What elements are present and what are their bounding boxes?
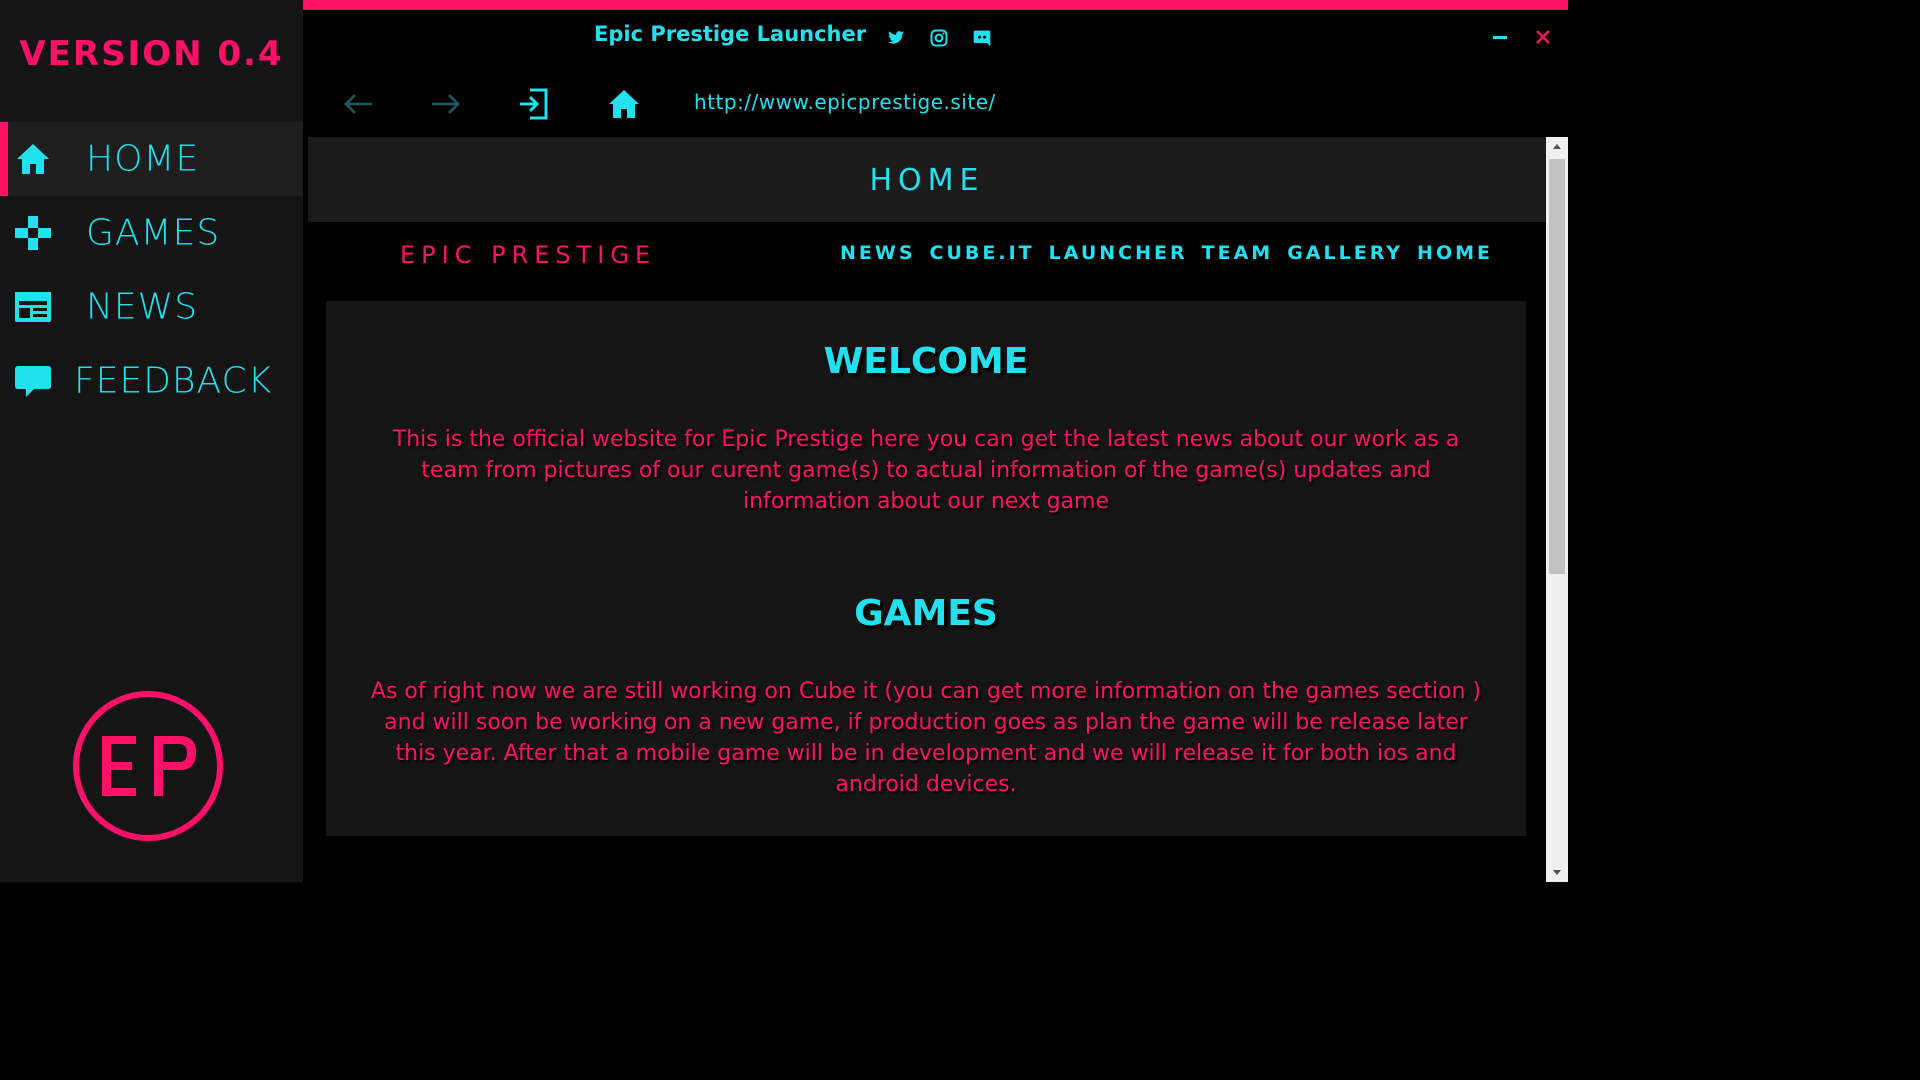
gamepad-icon	[15, 216, 51, 250]
scroll-down-icon[interactable]	[1546, 862, 1568, 882]
twitter-icon[interactable]	[886, 28, 906, 48]
scroll-thumb[interactable]	[1549, 159, 1565, 574]
home-icon[interactable]	[606, 86, 642, 122]
sidebar-item-games[interactable]: GAMES	[0, 196, 303, 270]
sidebar: VERSION 0.4 HOME GAMES NEWS FEEDBACK	[0, 0, 303, 882]
sidebar-item-label: GAMES	[86, 212, 221, 254]
site-menu: NEWS CUBE.IT LAUNCHER TEAM GALLERY HOME	[840, 242, 1493, 264]
sidebar-item-label: HOME	[86, 138, 200, 180]
menu-item-cube-it[interactable]: CUBE.IT	[930, 242, 1035, 264]
menu-item-team[interactable]: TEAM	[1202, 242, 1274, 264]
scrollbar[interactable]	[1546, 137, 1568, 882]
login-icon[interactable]	[516, 86, 552, 122]
minimize-button[interactable]	[1489, 26, 1511, 48]
sidebar-item-home[interactable]: HOME	[0, 122, 303, 196]
url-bar[interactable]: http://www.epicprestige.site/	[694, 90, 996, 114]
home-icon	[17, 144, 49, 174]
scroll-up-icon[interactable]	[1546, 137, 1568, 157]
sidebar-item-feedback[interactable]: FEEDBACK	[0, 344, 303, 418]
games-text: As of right now we are still working on …	[370, 679, 1482, 797]
content-card: WELCOME This is the official website for…	[326, 301, 1526, 836]
games-heading: GAMES	[854, 593, 998, 634]
version-label: VERSION 0.4	[19, 34, 284, 74]
back-arrow-icon[interactable]	[340, 86, 376, 122]
close-button[interactable]	[1532, 26, 1554, 48]
page-header: HOME	[308, 137, 1546, 222]
sidebar-item-label: NEWS	[86, 286, 199, 328]
instagram-icon[interactable]	[929, 28, 949, 48]
menu-item-news[interactable]: NEWS	[840, 242, 916, 264]
site-brand[interactable]: EPIC PRESTIGE	[400, 241, 656, 269]
chat-bubble-icon	[15, 366, 51, 397]
menu-item-launcher[interactable]: LAUNCHER	[1049, 242, 1188, 264]
sidebar-item-news[interactable]: NEWS	[0, 270, 303, 344]
page-title: HOME	[869, 163, 985, 198]
app-title: Epic Prestige Launcher	[594, 22, 867, 46]
menu-item-gallery[interactable]: GALLERY	[1287, 242, 1403, 264]
sidebar-item-label: FEEDBACK	[74, 360, 273, 402]
newspaper-icon	[15, 292, 51, 322]
title-accent-bar	[303, 0, 1568, 10]
welcome-heading: WELCOME	[823, 341, 1029, 382]
ep-logo	[73, 691, 223, 841]
discord-icon[interactable]	[972, 28, 992, 48]
menu-item-home[interactable]: HOME	[1417, 242, 1493, 264]
web-page: HOME EPIC PRESTIGE NEWS CUBE.IT LAUNCHER…	[308, 137, 1546, 882]
welcome-text: This is the official website for Epic Pr…	[392, 427, 1460, 514]
forward-arrow-icon[interactable]	[428, 86, 464, 122]
